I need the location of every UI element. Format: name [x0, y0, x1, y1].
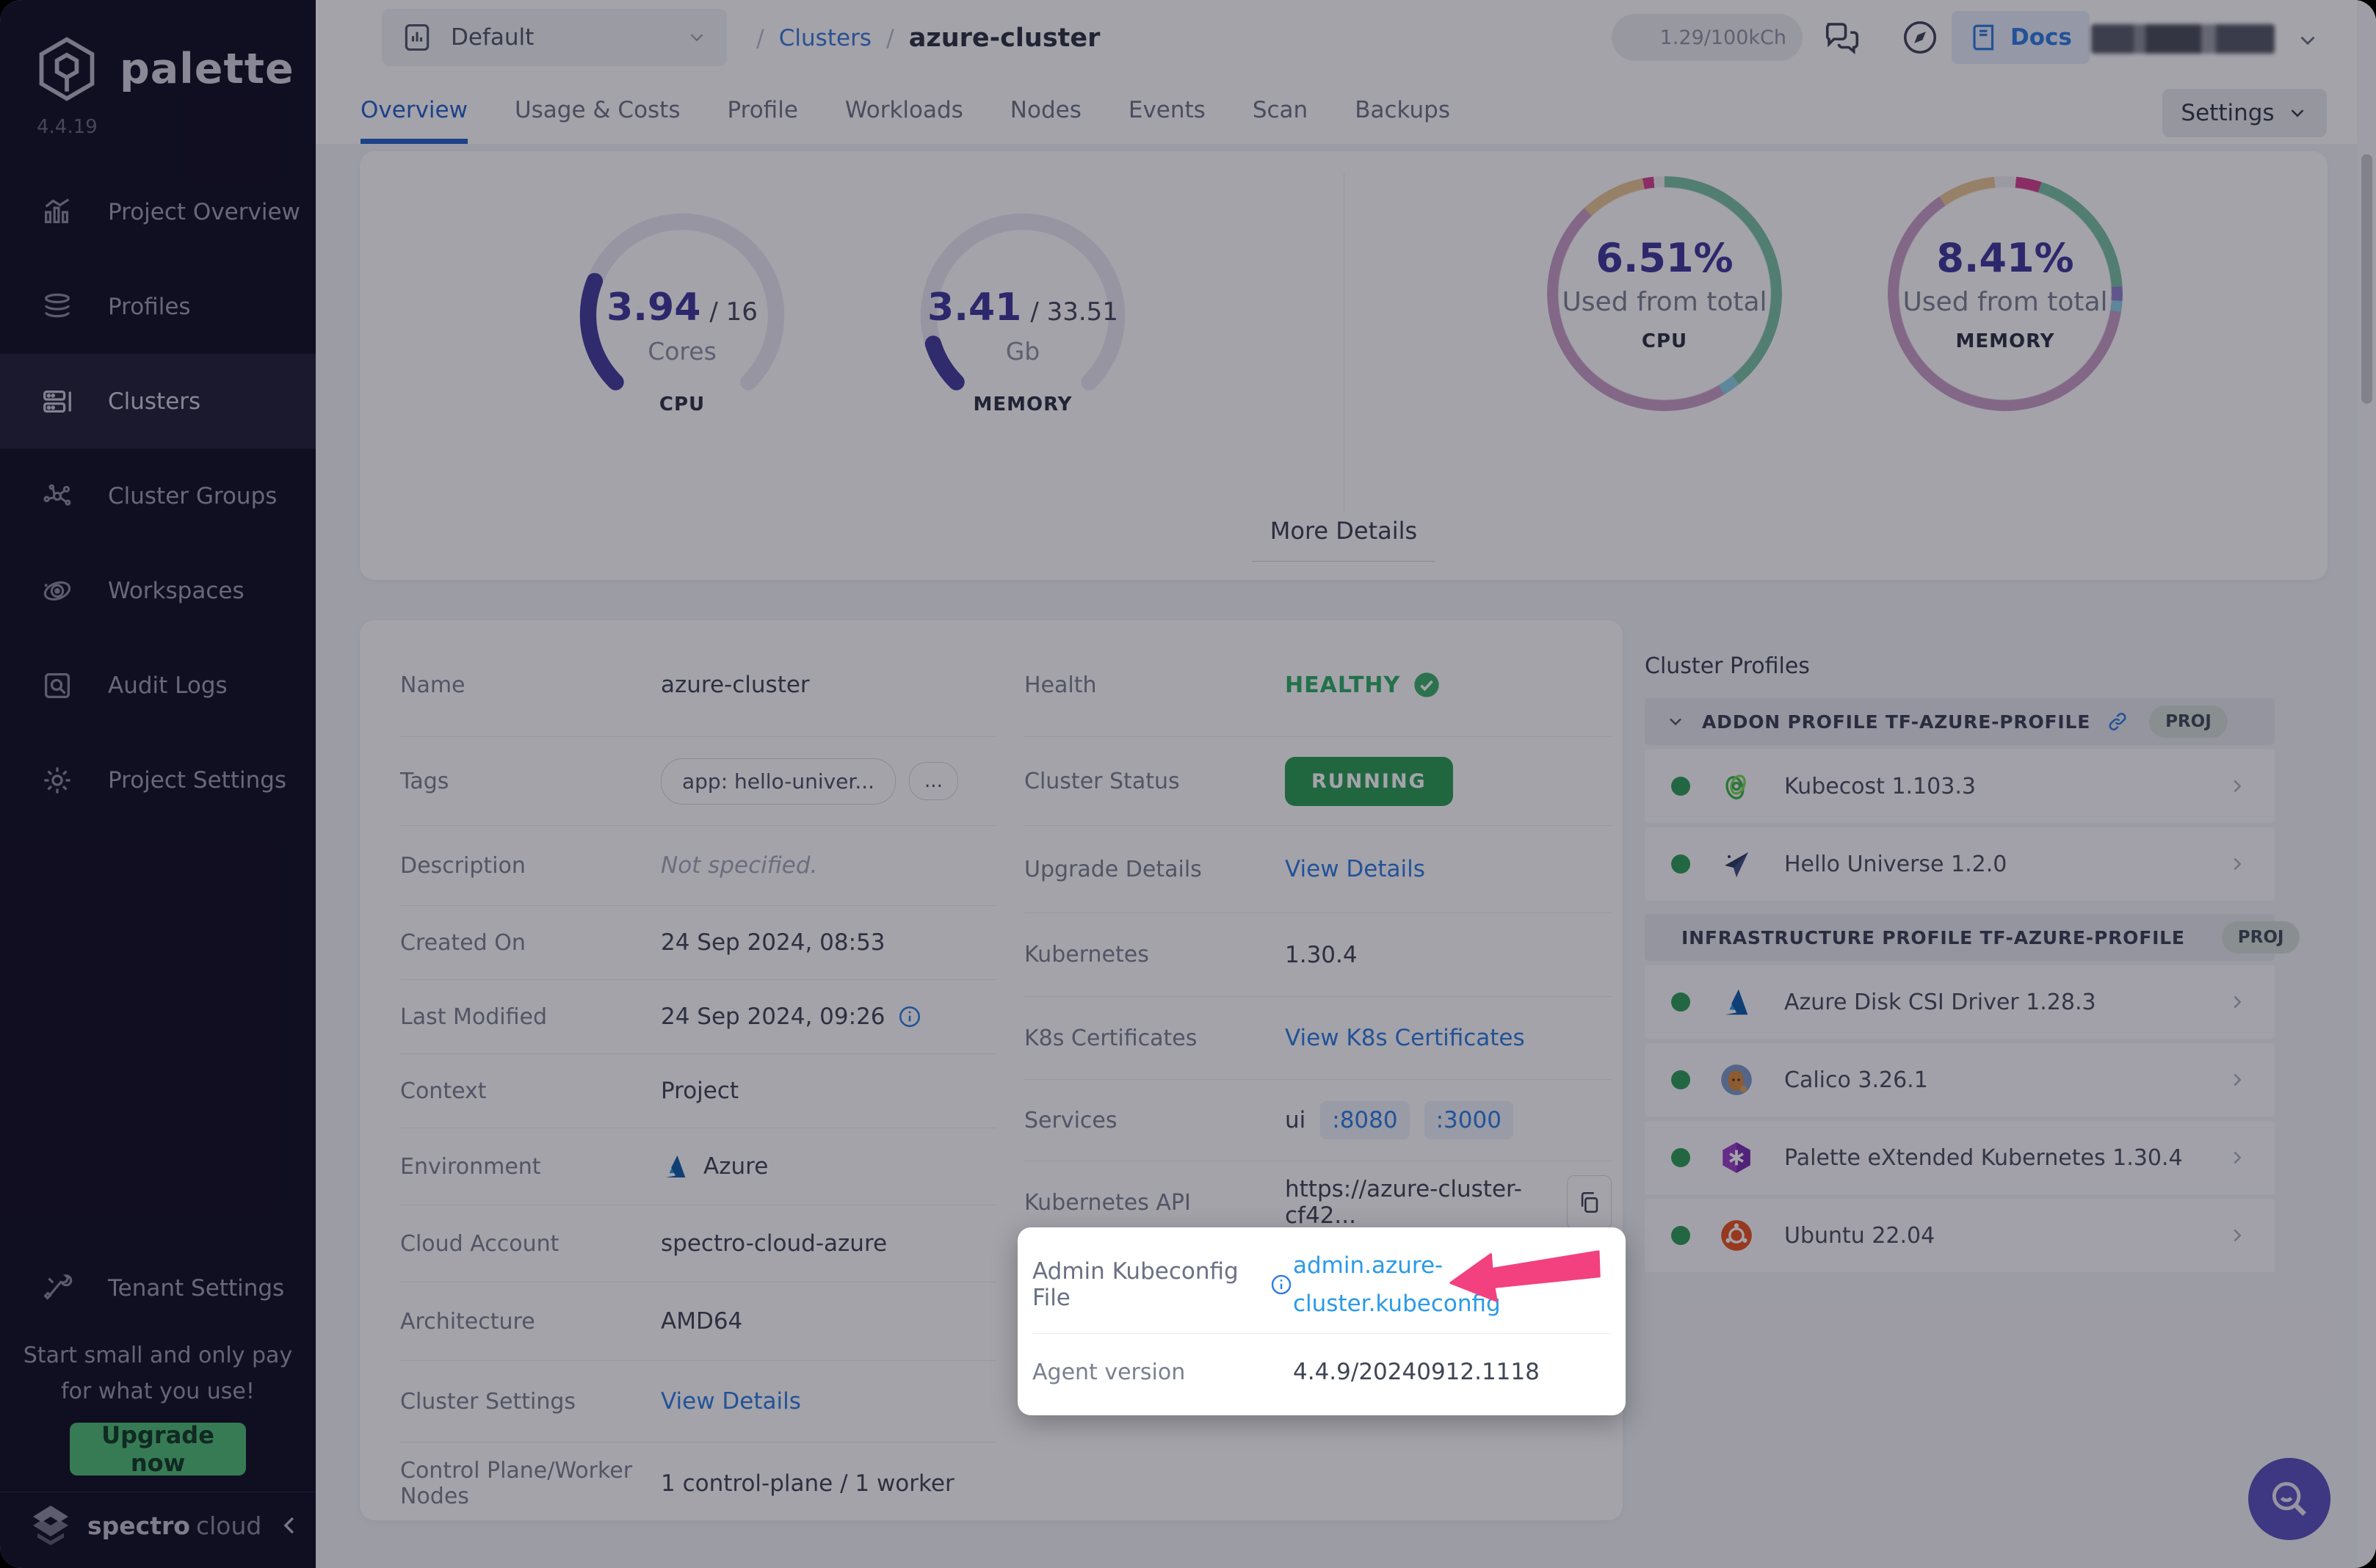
agent-version-value: 4.4.9/20240912.1118 [1293, 1359, 1540, 1385]
admin-kubeconfig-label: Admin Kubeconfig File [1032, 1258, 1293, 1311]
spotlight-divider [1032, 1333, 1611, 1334]
info-icon[interactable] [1270, 1271, 1293, 1298]
agent-version-label: Agent version [1032, 1359, 1186, 1385]
palette-app: palette 4.4.19 Project Overview Profiles… [0, 0, 2376, 1568]
detail-row-agent-version: Agent version 4.4.9/20240912.1118 [1032, 1339, 1611, 1405]
